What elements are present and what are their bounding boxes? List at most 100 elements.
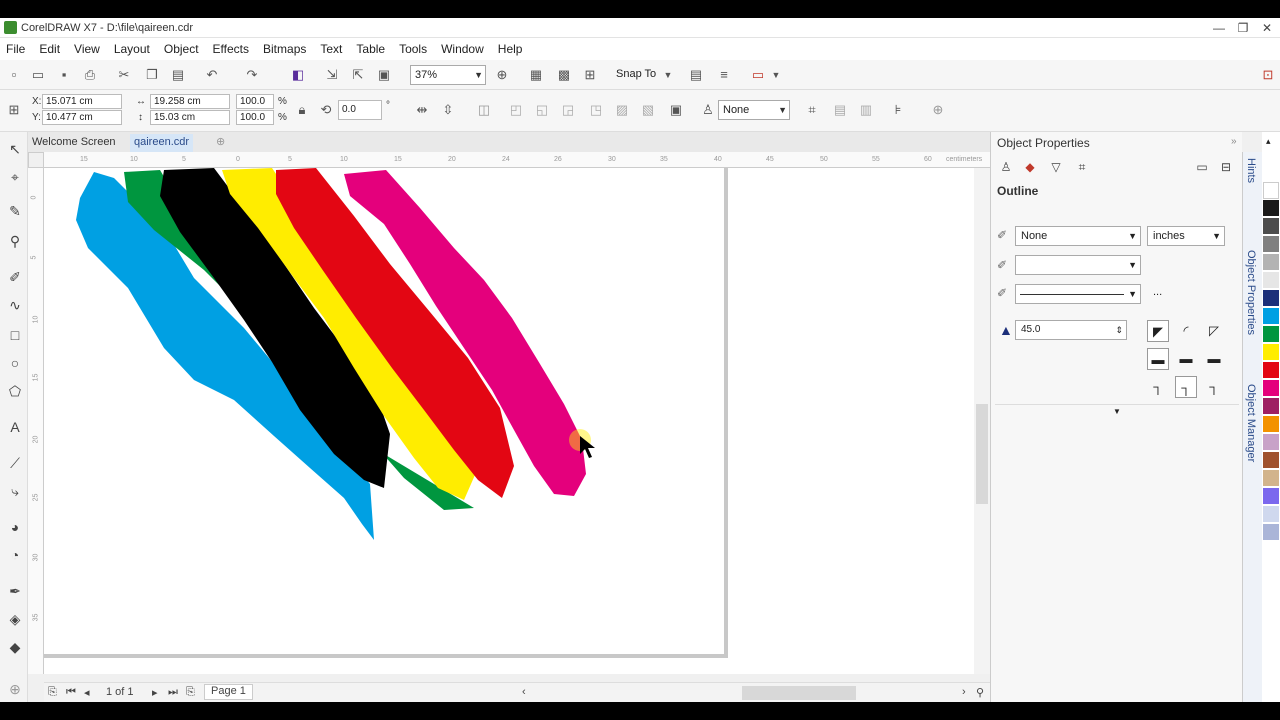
export-icon[interactable]: ⇱ (350, 67, 366, 83)
close-button[interactable]: ✕ (1256, 19, 1278, 37)
rectangle-tool-icon[interactable]: □ (6, 326, 24, 344)
menu-help[interactable]: Help (498, 42, 523, 56)
quick-customize-icon[interactable]: ⊡ (1260, 67, 1276, 83)
show-grid-icon[interactable]: ▩ (556, 67, 572, 83)
page-1-tab[interactable]: Page 1 (204, 684, 253, 700)
color-swatch[interactable] (1263, 452, 1279, 469)
parallel-dimension-tool-icon[interactable]: ⟋ (6, 454, 24, 472)
transparency-tab-icon[interactable]: ▽ (1047, 158, 1065, 176)
color-swatch[interactable] (1263, 272, 1279, 289)
mirror-vertical-icon[interactable]: ⇳ (440, 102, 456, 118)
undo-icon[interactable]: ↶ (204, 67, 220, 83)
options-icon[interactable]: ▤ (688, 67, 704, 83)
menu-window[interactable]: Window (441, 42, 484, 56)
eyedropper-tool-icon[interactable]: ✒ (6, 582, 24, 600)
color-swatch[interactable] (1263, 182, 1279, 199)
zoom-navigator-icon[interactable]: ⚲ (976, 686, 984, 699)
width-field[interactable]: 19.258 cm (150, 94, 230, 109)
color-swatch[interactable] (1263, 506, 1279, 523)
menu-object[interactable]: Object (164, 42, 199, 56)
print-icon[interactable]: ⎙ (82, 67, 98, 83)
front-minus-back-icon[interactable]: ▨ (614, 102, 630, 118)
spin-icon[interactable]: ⇕ (1115, 321, 1123, 339)
new-tab-icon[interactable]: ⊕ (212, 134, 229, 152)
color-swatch[interactable] (1263, 290, 1279, 307)
docker-outline-width-select[interactable]: None ▼ (1015, 226, 1141, 246)
create-boundary-icon[interactable]: ▣ (668, 102, 684, 118)
side-tab-object-manager[interactable]: Object Manager (1245, 384, 1257, 462)
vertical-ruler[interactable]: 0 5 10 15 20 25 30 35 (28, 168, 44, 674)
brush-strokes-artwork[interactable] (44, 168, 728, 658)
simplify-icon[interactable]: ◳ (588, 102, 604, 118)
scale-y-field[interactable]: 100.0 (236, 110, 274, 125)
horizontal-scrollbar-thumb[interactable] (742, 686, 856, 700)
paste-icon[interactable]: ▤ (170, 67, 186, 83)
open-icon[interactable]: ▭ (30, 67, 46, 83)
zoom-tool-icon[interactable]: ⚲ (6, 232, 24, 250)
inside-position-button[interactable]: ┐ (1203, 376, 1225, 398)
show-rulers-icon[interactable]: ▦ (528, 67, 544, 83)
palette-scroll-up-icon[interactable]: ▴ (1266, 136, 1271, 147)
add-tool-icon[interactable]: ⊕ (6, 680, 24, 698)
transparency-tool-icon[interactable]: ◔ (6, 546, 24, 564)
horizontal-ruler[interactable]: 15 10 5 0 5 10 15 20 24 26 30 35 40 45 5… (44, 152, 990, 168)
menu-tools[interactable]: Tools (399, 42, 427, 56)
object-origin-icon[interactable]: ⊞ (6, 102, 22, 118)
crop-tool-icon[interactable]: ✎ (6, 202, 24, 220)
scroll-right-icon[interactable]: › (962, 686, 966, 698)
miter-corner-button[interactable]: ◤ (1147, 320, 1169, 342)
cut-icon[interactable]: ✂ (116, 67, 132, 83)
to-front-icon[interactable]: ▤ (832, 102, 848, 118)
scale-x-field[interactable]: 100.0 (236, 94, 274, 109)
trim-icon[interactable]: ◱ (534, 102, 550, 118)
color-swatch[interactable] (1263, 380, 1279, 397)
vertical-scrollbar[interactable] (974, 168, 990, 674)
corel-connect-icon[interactable]: ▭ (750, 67, 766, 83)
shape-tool-icon[interactable]: ⌖ (6, 168, 24, 186)
expand-section-icon[interactable]: ▼ (995, 404, 1239, 418)
add-page-icon[interactable]: ⎘ (186, 686, 195, 699)
wrap-icon[interactable]: ⊟ (1217, 158, 1235, 176)
ellipse-tool-icon[interactable]: ○ (6, 354, 24, 372)
color-swatch[interactable] (1263, 218, 1279, 235)
miter-limit-field[interactable]: 45.0 ⇕ (1015, 320, 1127, 340)
text-tool-icon[interactable]: A (6, 418, 24, 436)
page-options-icon[interactable]: ⎘ (48, 686, 57, 699)
menu-bitmaps[interactable]: Bitmaps (263, 42, 306, 56)
publish-pdf-icon[interactable]: ▣ (376, 67, 392, 83)
side-tab-object-properties[interactable]: Object Properties (1245, 250, 1257, 335)
color-swatch[interactable] (1263, 488, 1279, 505)
color-swatch[interactable] (1263, 362, 1279, 379)
next-page-icon[interactable]: ▸ (152, 686, 158, 699)
butt-cap-button[interactable]: ▬ (1147, 348, 1169, 370)
units-select[interactable]: inches ▼ (1147, 226, 1225, 246)
line-style-select[interactable]: ▼ (1015, 284, 1141, 304)
redo-icon[interactable]: ↷ (244, 67, 260, 83)
save-icon[interactable]: ▪ (56, 67, 72, 83)
color-swatch[interactable] (1263, 434, 1279, 451)
menu-table[interactable]: Table (356, 42, 385, 56)
minimize-button[interactable]: — (1208, 19, 1230, 37)
ruler-origin[interactable] (28, 152, 44, 168)
tab-welcome-screen[interactable]: Welcome Screen (28, 134, 120, 152)
drawing-canvas[interactable] (44, 168, 974, 674)
pick-tool-icon[interactable]: ↖ (6, 140, 24, 158)
docker-collapse-icon[interactable]: » (1231, 136, 1237, 147)
outline-width-select[interactable]: None ▼ (718, 100, 790, 120)
import-icon[interactable]: ⇲ (324, 67, 340, 83)
zoom-level-select[interactable]: 37% ▼ (410, 65, 486, 85)
fill-tab-icon[interactable]: ◆ (1021, 158, 1039, 176)
x-position-field[interactable]: 15.071 cm (42, 94, 122, 109)
outline-color-select[interactable]: ▼ (1015, 255, 1141, 275)
scroll-left-icon[interactable]: ‹ (522, 686, 526, 698)
add-icon[interactable]: ⊕ (930, 102, 946, 118)
freehand-tool-icon[interactable]: ✐ (6, 268, 24, 286)
vertical-scrollbar-thumb[interactable] (976, 404, 988, 504)
intersect-icon[interactable]: ◲ (560, 102, 576, 118)
menu-view[interactable]: View (74, 42, 100, 56)
show-guidelines-icon[interactable]: ⊞ (582, 67, 598, 83)
drop-shadow-tool-icon[interactable]: ◕ (6, 518, 24, 536)
snap-to-chevron-icon[interactable]: ▼ (660, 67, 676, 83)
drawing-page[interactable] (44, 168, 728, 658)
round-cap-button[interactable]: ▬ (1175, 348, 1197, 370)
